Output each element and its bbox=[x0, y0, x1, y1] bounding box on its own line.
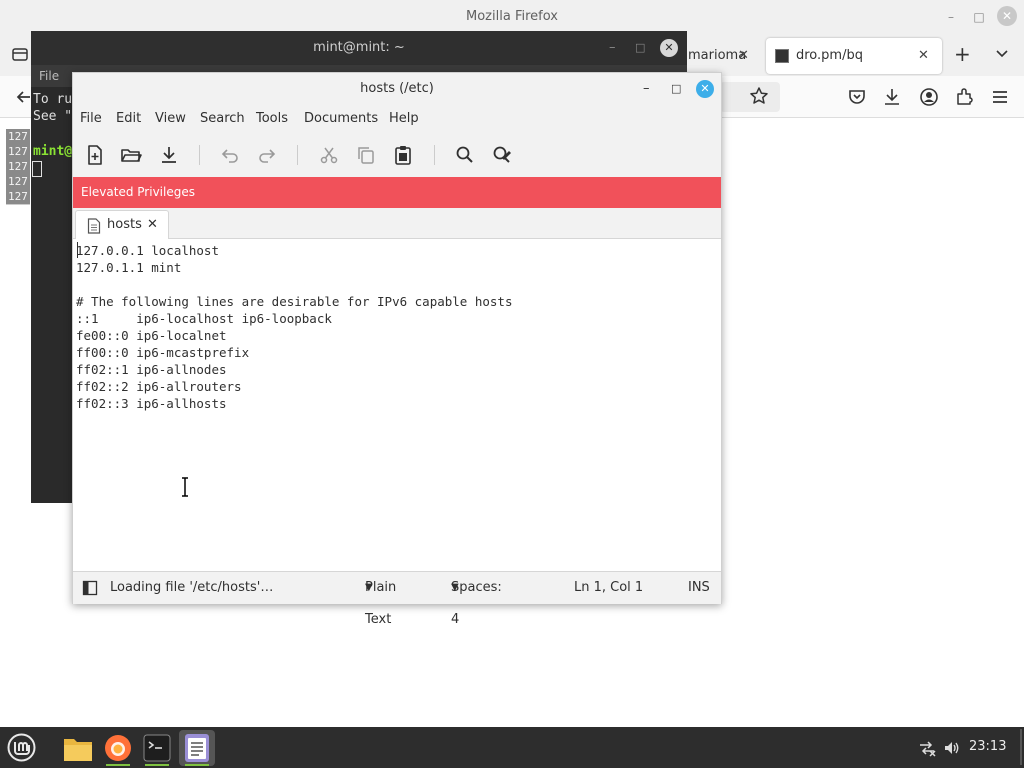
close-tab-icon[interactable]: ✕ bbox=[918, 38, 929, 74]
editor-status-bar: Loading file '/etc/hosts'… Plain Text ▼ … bbox=[73, 571, 721, 627]
maximize-icon[interactable]: □ bbox=[635, 31, 645, 65]
minimize-icon[interactable]: – bbox=[643, 73, 650, 105]
search-icon[interactable] bbox=[453, 143, 477, 167]
chevron-down-icon: ▼ bbox=[451, 582, 459, 593]
menu-help[interactable]: Help bbox=[389, 105, 419, 133]
menu-file[interactable]: File bbox=[80, 105, 102, 133]
close-icon[interactable]: ✕ bbox=[696, 80, 714, 98]
close-tab-icon[interactable]: ✕ bbox=[738, 38, 749, 74]
terminal-window-title: mint@mint: ~ bbox=[313, 40, 405, 55]
list-all-tabs-icon[interactable] bbox=[994, 45, 1010, 61]
minimize-icon[interactable]: – bbox=[942, 8, 960, 26]
terminal-title-bar: mint@mint: ~ – □ ✕ bbox=[31, 31, 687, 65]
gutter-line: 127 bbox=[6, 129, 30, 144]
menu-documents[interactable]: Documents bbox=[304, 105, 378, 133]
close-icon[interactable]: ✕ bbox=[660, 39, 678, 57]
taskbar: 23:13 bbox=[0, 727, 1024, 768]
menu-view[interactable]: View bbox=[155, 105, 186, 133]
elevated-privileges-banner: Elevated Privileges bbox=[73, 177, 721, 208]
tab-dro-pm[interactable]: dro.pm/bq ✕ bbox=[766, 38, 942, 74]
new-tab-icon[interactable]: + bbox=[954, 44, 971, 64]
editor-window-title: hosts (/etc) bbox=[360, 81, 434, 96]
cursor-position: Ln 1, Col 1 bbox=[574, 580, 644, 595]
text-editor-launcher[interactable] bbox=[179, 730, 215, 766]
text-cursor bbox=[77, 242, 78, 258]
maximize-icon[interactable]: □ bbox=[671, 73, 681, 105]
insert-mode: INS bbox=[688, 580, 710, 595]
files-launcher[interactable] bbox=[60, 730, 96, 766]
ibeam-cursor-icon bbox=[180, 477, 190, 497]
toolbar-separator bbox=[434, 145, 435, 165]
search-replace-icon[interactable] bbox=[490, 143, 514, 167]
gutter-line: 127 bbox=[6, 144, 30, 159]
firefox-launcher[interactable] bbox=[100, 730, 136, 766]
terminal-prompt: mint@ bbox=[33, 144, 73, 159]
editor-menu-bar: File Edit View Search Tools Documents He… bbox=[73, 105, 721, 133]
firefox-icon bbox=[103, 733, 133, 763]
editor-toolbar bbox=[73, 133, 721, 177]
redo-icon[interactable] bbox=[255, 143, 279, 167]
menu-edit[interactable]: Edit bbox=[116, 105, 141, 133]
new-document-icon[interactable] bbox=[83, 143, 107, 167]
tab-label: hosts bbox=[107, 217, 142, 232]
undo-icon[interactable] bbox=[218, 143, 242, 167]
favicon-icon bbox=[775, 49, 789, 63]
close-tab-icon[interactable]: ✕ bbox=[147, 217, 158, 232]
text-editor-icon bbox=[184, 733, 210, 763]
chevron-down-icon: ▼ bbox=[365, 582, 373, 593]
text-file-icon bbox=[87, 218, 101, 234]
save-icon[interactable] bbox=[157, 143, 181, 167]
extensions-icon[interactable] bbox=[952, 85, 976, 109]
volume-icon[interactable] bbox=[943, 739, 961, 757]
hamburger-menu-icon[interactable] bbox=[988, 85, 1012, 109]
gutter-line: 127 bbox=[6, 189, 30, 204]
tab-list-icon[interactable] bbox=[10, 44, 30, 64]
text-editor-window[interactable]: hosts (/etc) – □ ✕ File Edit View Search… bbox=[72, 72, 722, 627]
toolbar-separator bbox=[199, 145, 200, 165]
maximize-icon[interactable]: □ bbox=[970, 8, 988, 26]
tab-marioma[interactable]: marioma ✕ bbox=[680, 38, 762, 74]
network-disconnected-icon[interactable] bbox=[918, 739, 936, 757]
active-indicator bbox=[106, 764, 130, 766]
bookmark-star-icon[interactable] bbox=[748, 85, 770, 107]
minimize-icon[interactable]: – bbox=[609, 31, 616, 65]
close-icon[interactable]: ✕ bbox=[997, 6, 1017, 26]
terminal-scroll-gutter: 127 127 127 127 127 bbox=[6, 129, 30, 205]
firefox-window-title: Mozilla Firefox bbox=[466, 9, 558, 24]
open-folder-icon[interactable] bbox=[119, 143, 143, 167]
menu-search[interactable]: Search bbox=[200, 105, 245, 133]
menu-tools[interactable]: Tools bbox=[256, 105, 288, 133]
gutter-line: 127 bbox=[6, 159, 30, 174]
gutter-line: 127 bbox=[6, 174, 30, 189]
side-panel-icon[interactable] bbox=[82, 580, 98, 596]
terminal-icon bbox=[142, 733, 172, 763]
active-indicator bbox=[145, 764, 169, 766]
editor-text-area[interactable]: 127.0.0.1 localhost 127.0.1.1 mint # The… bbox=[73, 239, 721, 571]
editor-tab-bar: hosts ✕ bbox=[73, 208, 721, 240]
toolbar-separator bbox=[297, 145, 298, 165]
terminal-launcher[interactable] bbox=[139, 730, 175, 766]
copy-icon[interactable] bbox=[354, 143, 378, 167]
account-icon[interactable] bbox=[917, 85, 941, 109]
show-desktop-button[interactable] bbox=[1020, 729, 1022, 765]
document-tab-hosts[interactable]: hosts ✕ bbox=[75, 210, 169, 240]
firefox-title-bar: Mozilla Firefox – □ ✕ bbox=[0, 0, 1024, 34]
clock[interactable]: 23:13 bbox=[969, 739, 1006, 754]
tab-label: dro.pm/bq bbox=[796, 48, 863, 63]
url-bar[interactable] bbox=[720, 82, 780, 112]
pocket-icon[interactable] bbox=[845, 85, 869, 109]
editor-title-bar: hosts (/etc) – □ ✕ bbox=[73, 73, 721, 105]
active-indicator bbox=[185, 764, 209, 766]
terminal-cursor bbox=[32, 161, 42, 177]
folder-icon bbox=[63, 736, 93, 762]
cut-icon[interactable] bbox=[317, 143, 341, 167]
menu-file[interactable]: File bbox=[39, 69, 59, 83]
paste-icon[interactable] bbox=[391, 143, 415, 167]
mint-menu-icon[interactable] bbox=[6, 732, 37, 763]
status-message: Loading file '/etc/hosts'… bbox=[110, 580, 274, 595]
downloads-icon[interactable] bbox=[880, 85, 904, 109]
